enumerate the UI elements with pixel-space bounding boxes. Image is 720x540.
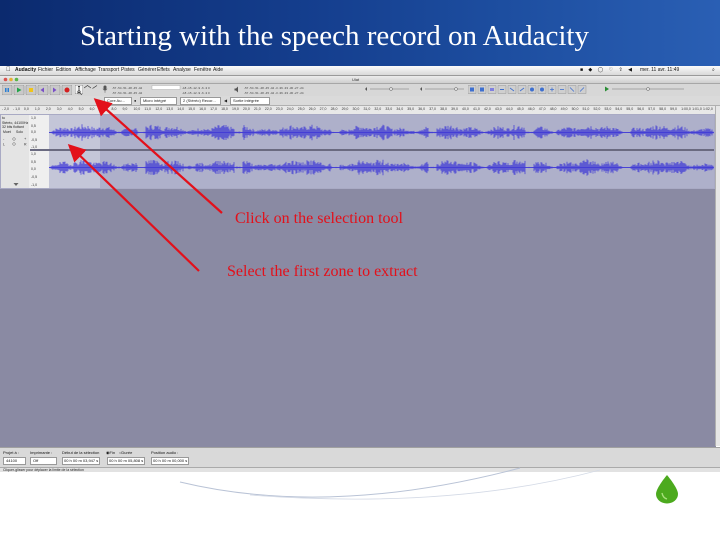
arrow-to-selected-zone — [67, 143, 200, 272]
annotation-select-zone: Select the first zone to extract — [227, 263, 418, 280]
annotation-selection-tool: Click on the selection tool — [235, 210, 403, 227]
arrow-to-selection-tool — [93, 98, 223, 214]
